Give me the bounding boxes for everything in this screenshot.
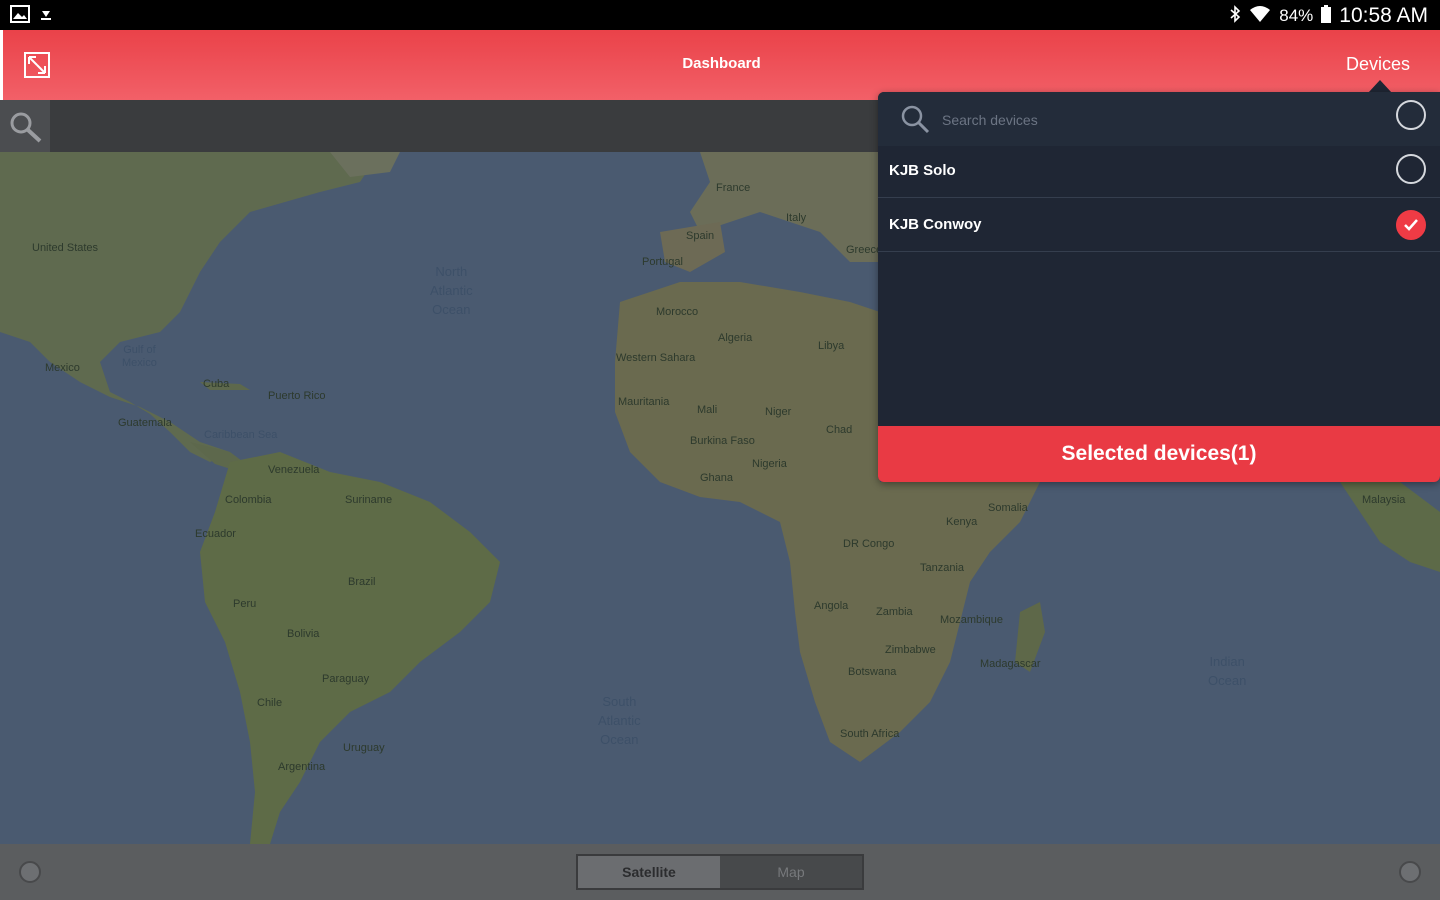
page-title: Dashboard bbox=[682, 55, 761, 72]
map-label: Brazil bbox=[348, 576, 376, 588]
map-label: South Africa bbox=[840, 728, 900, 740]
map-label: Portugal bbox=[642, 256, 683, 268]
ocean-label: North Atlantic Ocean bbox=[430, 264, 473, 317]
map-label: Libya bbox=[818, 340, 845, 352]
ocean-label: Indian Ocean bbox=[1208, 654, 1247, 688]
locate-icon[interactable] bbox=[1399, 861, 1421, 883]
bluetooth-icon bbox=[1229, 4, 1241, 28]
device-search-input[interactable] bbox=[940, 106, 1344, 134]
map-label: Tanzania bbox=[920, 562, 965, 574]
map-label: Niger bbox=[765, 406, 792, 418]
map-label: Mexico bbox=[45, 362, 80, 374]
map-label: Zimbabwe bbox=[885, 644, 936, 656]
map-label: Malaysia bbox=[1362, 494, 1406, 506]
map-label: Suriname bbox=[345, 494, 393, 506]
map-type-toggle: Satellite Map bbox=[576, 854, 864, 890]
selected-devices-button[interactable]: Selected devices(1) bbox=[878, 426, 1440, 482]
map-label: Zambia bbox=[876, 606, 913, 618]
map-label: Nigeria bbox=[752, 458, 787, 470]
map-label: Cuba bbox=[203, 378, 230, 390]
map-label: Chile bbox=[257, 697, 283, 709]
map-label: Western Sahara bbox=[616, 352, 696, 364]
app-header: Dashboard Devices bbox=[0, 30, 1440, 100]
map-label: Uruguay bbox=[343, 742, 385, 754]
map-label: Angola bbox=[814, 600, 849, 612]
device-select-toggle[interactable] bbox=[1396, 154, 1426, 184]
search-icon bbox=[898, 102, 932, 141]
map-label: Botswana bbox=[848, 666, 897, 678]
map-label: United States bbox=[32, 242, 99, 254]
map-search-button[interactable] bbox=[0, 100, 50, 152]
satellite-option[interactable]: Satellite bbox=[578, 856, 720, 888]
map-label: Algeria bbox=[718, 332, 753, 344]
battery-percent: 84% bbox=[1279, 6, 1314, 25]
ocean-label: South Atlantic Ocean bbox=[598, 694, 641, 747]
map-option[interactable]: Map bbox=[720, 856, 862, 888]
battery-icon bbox=[1321, 4, 1332, 28]
device-select-toggle[interactable] bbox=[1396, 210, 1426, 240]
ocean-label: Caribbean Sea bbox=[204, 429, 278, 441]
map-label: DR Congo bbox=[843, 538, 895, 550]
map-label: Ghana bbox=[700, 472, 734, 484]
status-bar: 84% 10:58 AM bbox=[0, 0, 1440, 30]
devices-panel: KJB Solo KJB Conwoy Selected devices(1) bbox=[878, 92, 1440, 482]
collapse-icon[interactable] bbox=[19, 861, 41, 883]
map-label: Mozambique bbox=[940, 614, 1003, 626]
clock: 10:58 AM bbox=[1339, 4, 1428, 27]
map-label: Spain bbox=[686, 230, 715, 242]
device-row[interactable]: KJB Conwoy bbox=[878, 198, 1440, 252]
map-label: Morocco bbox=[656, 306, 699, 318]
map-label: Ecuador bbox=[195, 528, 236, 540]
map-label: Mali bbox=[697, 404, 718, 416]
device-name: KJB Solo bbox=[889, 162, 956, 179]
map-label: Madagascar bbox=[980, 658, 1041, 670]
map-label: Guatemala bbox=[118, 417, 172, 429]
map-label: Paraguay bbox=[322, 673, 370, 685]
map-label: France bbox=[716, 182, 751, 194]
map-label: Kenya bbox=[946, 516, 978, 528]
map-label: Burkina Faso bbox=[690, 435, 755, 447]
device-search-bar bbox=[878, 92, 1440, 146]
map-label: Somalia bbox=[988, 502, 1028, 514]
map-label: Bolivia bbox=[287, 628, 320, 640]
devices-tab[interactable]: Devices bbox=[1346, 54, 1410, 75]
map-label: Argentina bbox=[278, 761, 326, 773]
image-icon bbox=[10, 5, 30, 28]
map-label: Puerto Rico bbox=[268, 390, 326, 402]
map-label: Colombia bbox=[225, 494, 272, 506]
download-icon bbox=[40, 7, 52, 26]
map-label: Chad bbox=[826, 424, 853, 436]
device-row[interactable]: KJB Solo bbox=[878, 146, 1440, 198]
device-name: KJB Conwoy bbox=[889, 216, 982, 233]
map-label: Italy bbox=[786, 212, 807, 224]
map-bottom-bar: Satellite Map bbox=[0, 844, 1440, 900]
select-all-toggle[interactable] bbox=[1396, 100, 1426, 130]
search-icon bbox=[10, 112, 42, 143]
ocean-label: Gulf of Mexico bbox=[122, 344, 157, 369]
map-label: Peru bbox=[233, 598, 257, 610]
map-label: Mauritania bbox=[618, 396, 670, 408]
map-label: Greece bbox=[846, 244, 883, 256]
check-icon bbox=[1404, 219, 1418, 231]
map-label: Venezuela bbox=[268, 464, 320, 476]
wifi-icon bbox=[1249, 4, 1271, 29]
